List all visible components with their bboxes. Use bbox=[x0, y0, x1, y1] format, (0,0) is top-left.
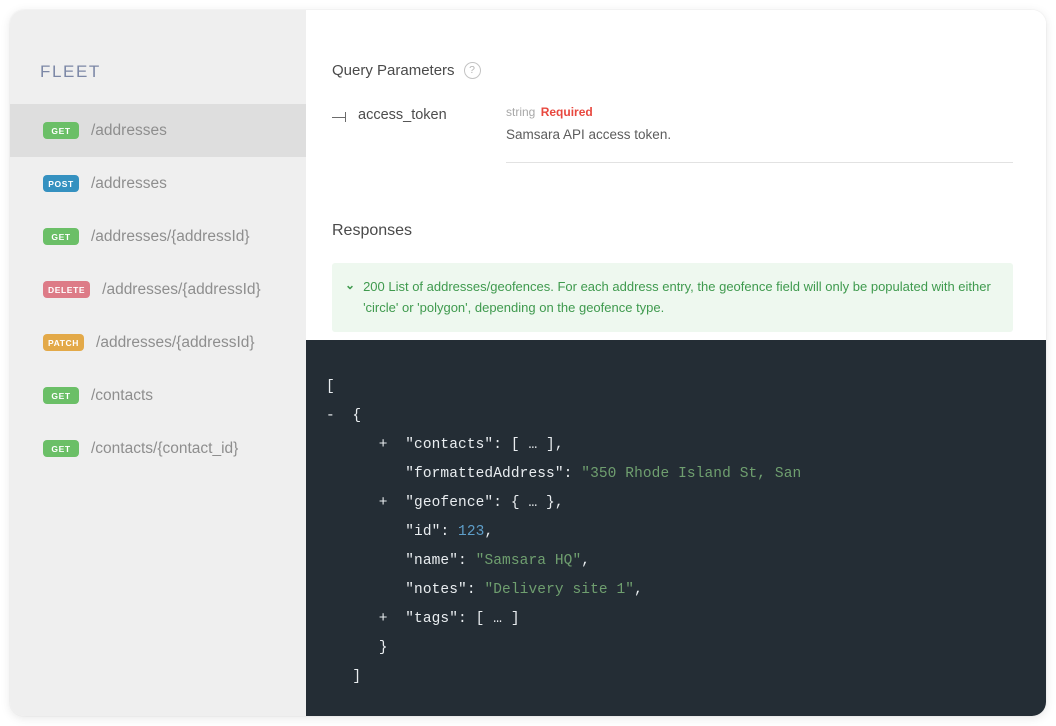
code-line: ] bbox=[326, 669, 361, 685]
code-token-punct: ] bbox=[352, 669, 362, 685]
code-token-punct: [ bbox=[326, 379, 335, 395]
code-fold-toggle[interactable]: + bbox=[326, 437, 405, 453]
endpoint-path: /addresses bbox=[91, 174, 167, 192]
sidebar-item-post-1[interactable]: POST/addresses bbox=[10, 157, 306, 210]
sidebar: FLEET GET/addresses POST/addresses GET/add… bbox=[10, 10, 306, 716]
code-line: } bbox=[326, 640, 388, 656]
code-fold-toggle[interactable]: + bbox=[326, 611, 405, 627]
code-line: + "contacts": [ … ], bbox=[326, 437, 564, 453]
code-line: "name": "Samsara HQ", bbox=[326, 553, 590, 569]
parameter-name: access_token bbox=[358, 107, 447, 123]
sidebar-item-patch-4[interactable]: PATCH/addresses/{addressId} bbox=[10, 316, 306, 369]
code-token-str: "350 Rhode Island St, San bbox=[581, 466, 802, 482]
sidebar-group-title: FLEET bbox=[40, 62, 101, 81]
api-reference-card: FLEET GET/addresses POST/addresses GET/add… bbox=[10, 10, 1046, 716]
sidebar-item-get-0[interactable]: GET/addresses bbox=[10, 104, 306, 157]
sidebar-item-get-6[interactable]: GET/contacts/{contact_id} bbox=[10, 422, 306, 475]
code-token-key: "id" bbox=[405, 524, 441, 540]
endpoint-path: /addresses/{addressId} bbox=[91, 227, 250, 245]
code-token-punct: , bbox=[634, 582, 643, 598]
endpoint-path: /contacts/{contact_id} bbox=[91, 439, 239, 457]
endpoint-list: GET/addresses POST/addresses GET/addresses… bbox=[10, 104, 306, 475]
docs-pane: Query Parameters ? access_token string R… bbox=[306, 10, 1046, 340]
code-token-punct: : bbox=[563, 466, 582, 482]
sidebar-item-get-2[interactable]: GET/addresses/{addressId} bbox=[10, 210, 306, 263]
method-badge-post: POST bbox=[43, 175, 79, 192]
code-line: + "tags": [ … ] bbox=[326, 611, 520, 627]
responses-title: Responses bbox=[332, 222, 413, 239]
code-token-key: "notes" bbox=[405, 582, 467, 598]
code-token-key: "name" bbox=[405, 553, 459, 569]
response-200-text: 200 List of addresses/geofences. For eac… bbox=[363, 279, 991, 316]
query-parameters-title: Query Parameters bbox=[332, 62, 455, 79]
code-token-str: "Delivery site 1" bbox=[484, 582, 635, 598]
method-badge-get: GET bbox=[43, 228, 79, 245]
code-line: [ bbox=[326, 379, 335, 395]
endpoint-path: /contacts bbox=[91, 386, 154, 404]
code-token-punct: : bbox=[440, 524, 459, 540]
sidebar-item-get-5[interactable]: GET/contacts bbox=[10, 369, 306, 422]
code-token-punct: : { … }, bbox=[493, 495, 564, 511]
method-badge-get: GET bbox=[43, 440, 79, 457]
code-token-punct: : [ … ], bbox=[493, 437, 564, 453]
code-token-punct: : bbox=[466, 582, 485, 598]
sidebar-item-delete-3[interactable]: DELETE/addresses/{addressId} bbox=[10, 263, 306, 316]
parameter-name-cell: access_token bbox=[332, 105, 506, 163]
response-200-banner[interactable]: ⌄ 200 List of addresses/geofences. For e… bbox=[332, 263, 1013, 333]
code-line: "formattedAddress": "350 Rhode Island St… bbox=[326, 466, 801, 482]
parameter-detail-cell: string Required Samsara API access token… bbox=[506, 105, 1013, 163]
parameter-required-badge: Required bbox=[540, 105, 593, 119]
code-token-num: 123 bbox=[458, 524, 485, 540]
method-badge-delete: DELETE bbox=[43, 281, 91, 298]
question-mark-icon[interactable]: ? bbox=[463, 62, 481, 79]
code-sample-content[interactable]: [ - { + "contacts": [ … ], "formattedAdd… bbox=[326, 373, 1046, 692]
code-token-key: "formattedAddress" bbox=[405, 466, 564, 482]
code-token-punct: , bbox=[581, 553, 591, 569]
chevron-down-icon: ⌄ bbox=[345, 278, 356, 292]
code-line: + "geofence": { … }, bbox=[326, 495, 564, 511]
code-token-key: "contacts" bbox=[405, 437, 494, 453]
endpoint-path: /addresses/{addressId} bbox=[102, 280, 261, 298]
code-sample-panel: [ - { + "contacts": [ … ], "formattedAdd… bbox=[306, 340, 1046, 716]
code-token-str: "Samsara HQ" bbox=[475, 553, 582, 569]
code-fold-toggle[interactable]: - bbox=[326, 408, 352, 424]
parameter-row: access_token string Required Samsara API… bbox=[332, 105, 1013, 163]
parameter-description: Samsara API access token. bbox=[506, 127, 672, 142]
endpoint-path: /addresses bbox=[91, 121, 167, 139]
parameter-meta: string Required bbox=[506, 105, 1013, 119]
main-content: Query Parameters ? access_token string R… bbox=[306, 10, 1046, 716]
code-token-punct: { bbox=[352, 408, 362, 424]
code-line: "id": 123, bbox=[326, 524, 493, 540]
code-token-punct: : bbox=[458, 553, 476, 569]
query-parameters-header: Query Parameters ? bbox=[332, 62, 1013, 79]
endpoint-path: /addresses/{addressId} bbox=[96, 333, 255, 351]
code-token-punct: , bbox=[484, 524, 494, 540]
code-token-punct: : [ … ] bbox=[458, 611, 520, 627]
code-token-key: "tags" bbox=[405, 611, 459, 627]
parameter-type: string bbox=[506, 105, 536, 119]
method-badge-patch: PATCH bbox=[43, 334, 85, 351]
method-badge-get: GET bbox=[43, 387, 79, 404]
code-token-punct: } bbox=[378, 640, 388, 656]
parameter-type-icon bbox=[332, 112, 348, 122]
method-badge-get: GET bbox=[43, 122, 79, 139]
code-fold-toggle[interactable]: + bbox=[326, 495, 405, 511]
code-line: - { bbox=[326, 408, 361, 424]
code-token-key: "geofence" bbox=[405, 495, 494, 511]
code-line: "notes": "Delivery site 1", bbox=[326, 582, 643, 598]
